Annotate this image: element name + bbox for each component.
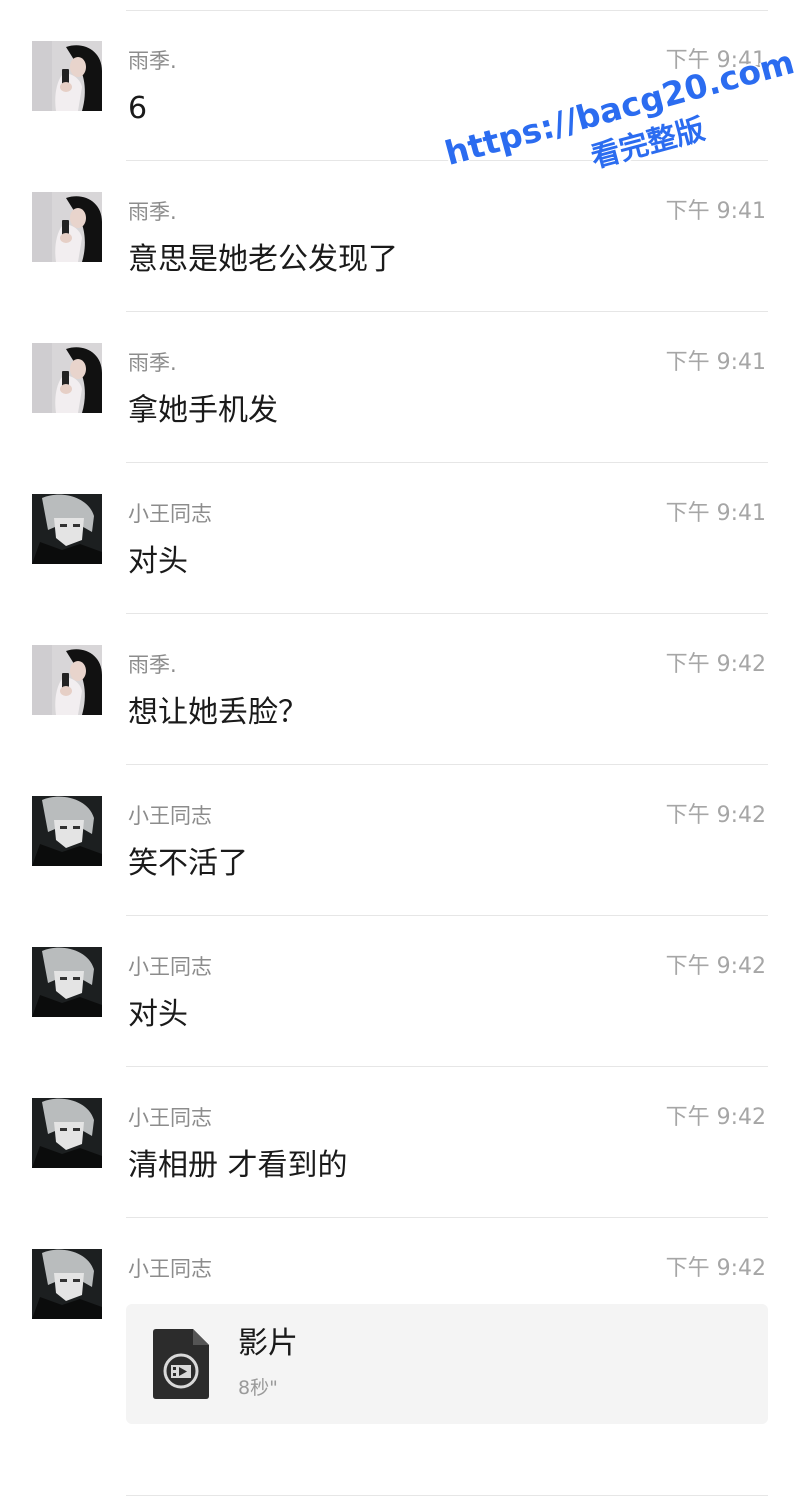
message-item[interactable]: 雨季. 下午 9:42 想让她丢脸？ xyxy=(0,614,800,765)
message-text: 拿她手机发 xyxy=(128,393,278,428)
message-text: 对头 xyxy=(128,544,188,579)
sender-name: 雨季. xyxy=(128,351,177,375)
message-text: 意思是她老公发现了 xyxy=(128,242,398,277)
video-title: 影片 xyxy=(238,1326,298,1361)
message-list[interactable]: 雨季. 下午 9:41 6 雨季. 下午 9:41 意思是她老公发现了 雨季. … xyxy=(0,10,800,1496)
message-time: 下午 9:42 xyxy=(665,954,766,979)
sender-name: 小王同志 xyxy=(128,804,212,828)
sender-name: 雨季. xyxy=(128,49,177,73)
message-item[interactable]: 雨季. 下午 9:41 6 xyxy=(0,10,800,161)
message-text: 6 xyxy=(128,91,148,126)
anime-boy-avatar[interactable] xyxy=(32,1249,102,1319)
message-text: 想让她丢脸？ xyxy=(128,695,308,730)
anime-boy-avatar[interactable] xyxy=(32,947,102,1017)
girl-avatar[interactable] xyxy=(32,343,102,413)
message-text: 对头 xyxy=(128,997,188,1032)
sender-name: 雨季. xyxy=(128,200,177,224)
message-item[interactable]: 雨季. 下午 9:41 意思是她老公发现了 xyxy=(0,161,800,312)
anime-boy-avatar[interactable] xyxy=(32,1098,102,1168)
message-time: 下午 9:41 xyxy=(665,501,766,526)
message-text: 笑不活了 xyxy=(128,846,248,881)
message-time: 下午 9:41 xyxy=(665,48,766,73)
message-text: 清相册 才看到的 xyxy=(128,1148,348,1183)
anime-boy-avatar[interactable] xyxy=(32,796,102,866)
message-time: 下午 9:42 xyxy=(665,1256,766,1281)
anime-boy-avatar[interactable] xyxy=(32,494,102,564)
sender-name: 小王同志 xyxy=(128,1106,212,1130)
video-attachment-card[interactable]: 影片 8秒" xyxy=(126,1304,768,1424)
message-time: 下午 9:41 xyxy=(665,350,766,375)
message-time: 下午 9:42 xyxy=(665,652,766,677)
message-item[interactable]: 小王同志 下午 9:41 对头 xyxy=(0,463,800,614)
message-time: 下午 9:42 xyxy=(665,1105,766,1130)
girl-avatar[interactable] xyxy=(32,192,102,262)
video-file-icon xyxy=(153,1329,209,1399)
message-item-video[interactable]: 小王同志 下午 9:42 影片 8秒" xyxy=(0,1218,800,1496)
sender-name: 小王同志 xyxy=(128,502,212,526)
video-duration: 8秒" xyxy=(238,1377,278,1399)
message-item[interactable]: 小王同志 下午 9:42 笑不活了 xyxy=(0,765,800,916)
girl-avatar[interactable] xyxy=(32,645,102,715)
message-item[interactable]: 雨季. 下午 9:41 拿她手机发 xyxy=(0,312,800,463)
message-time: 下午 9:42 xyxy=(665,803,766,828)
message-item[interactable]: 小王同志 下午 9:42 对头 xyxy=(0,916,800,1067)
message-item[interactable]: 小王同志 下午 9:42 清相册 才看到的 xyxy=(0,1067,800,1218)
sender-name: 小王同志 xyxy=(128,1257,212,1281)
message-time: 下午 9:41 xyxy=(665,199,766,224)
girl-avatar[interactable] xyxy=(32,41,102,111)
sender-name: 雨季. xyxy=(128,653,177,677)
sender-name: 小王同志 xyxy=(128,955,212,979)
